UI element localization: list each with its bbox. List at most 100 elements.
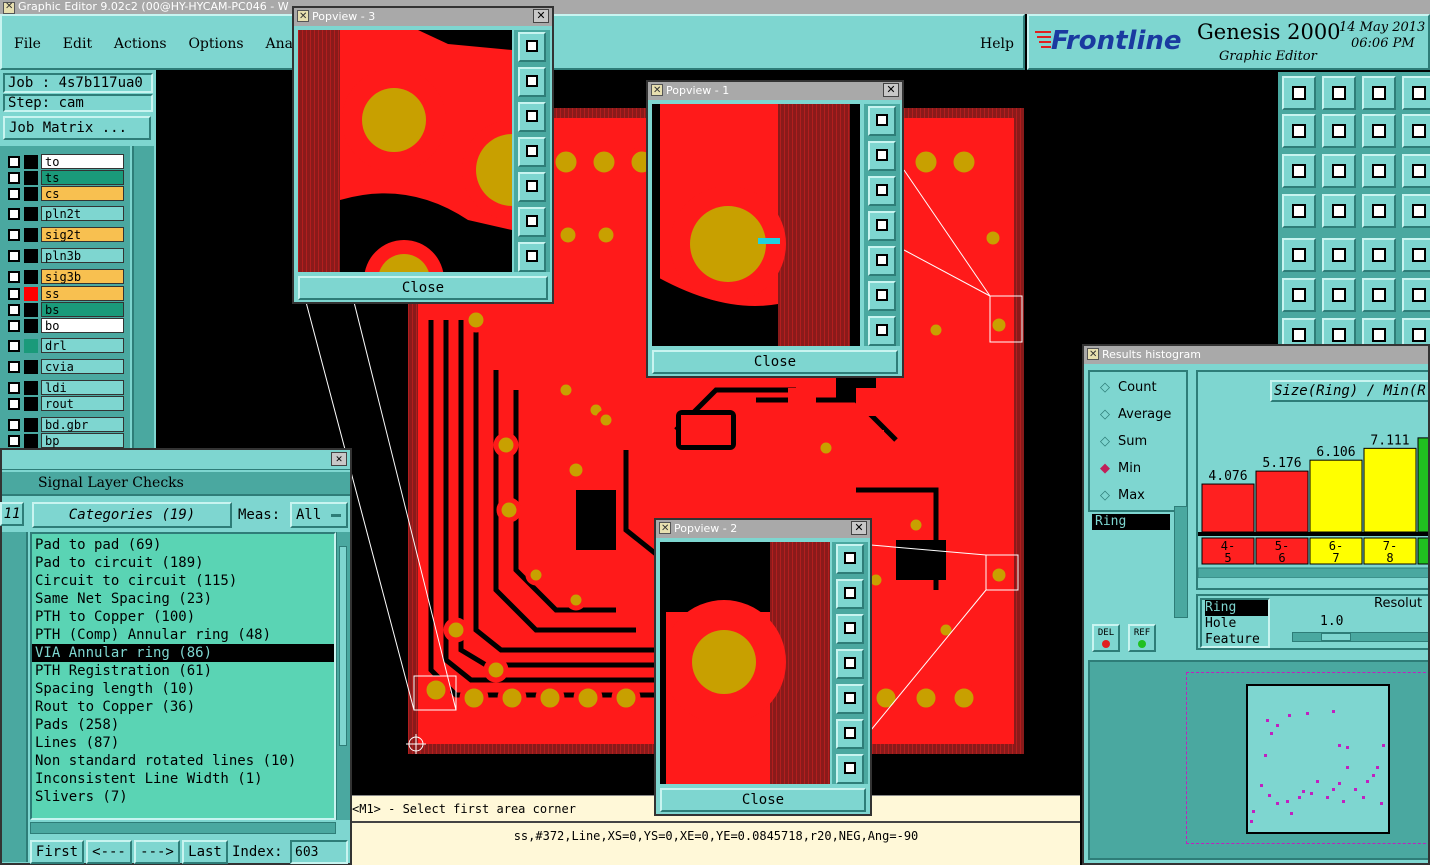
categories-scrollbar[interactable] (336, 532, 350, 820)
popview-3-tool-icon[interactable] (518, 172, 546, 202)
layer-row[interactable]: sig3b (4, 269, 126, 285)
categories-scroll-thumb[interactable] (339, 546, 347, 746)
tool-icon[interactable] (1282, 278, 1316, 312)
layer-name[interactable]: sig2t (41, 227, 124, 242)
category-item[interactable]: Rout to Copper (36) (32, 698, 334, 716)
popview-2-tool-icon[interactable] (836, 754, 864, 784)
popview-3-tool-icon[interactable] (518, 137, 546, 167)
tool-icon[interactable] (1362, 76, 1396, 110)
category-item[interactable]: Pads (258) (32, 716, 334, 734)
category-item[interactable]: Slivers (7) (32, 788, 334, 806)
checks-left-tab[interactable]: 11 (0, 502, 24, 526)
popview-1-canvas[interactable] (652, 104, 860, 346)
popview-3-close-icon[interactable]: ✕ (533, 9, 549, 23)
tool-icon[interactable] (1282, 154, 1316, 188)
layer-row[interactable]: bo (4, 318, 126, 334)
popview-2-canvas[interactable] (660, 542, 830, 784)
tool-icon[interactable] (1322, 154, 1356, 188)
tool-icon[interactable] (1322, 114, 1356, 148)
popview-2-tool-icon[interactable] (836, 579, 864, 609)
del-button[interactable]: DEL (1092, 624, 1120, 652)
category-item[interactable]: PTH Registration (61) (32, 662, 334, 680)
tool-icon[interactable] (1322, 278, 1356, 312)
tool-icon[interactable] (1282, 238, 1316, 272)
popview-2-tool-icon[interactable] (836, 544, 864, 574)
layer-row[interactable]: ts (4, 170, 126, 186)
feature-item[interactable]: Feature (1205, 632, 1268, 648)
layer-row[interactable]: drl (4, 338, 126, 354)
layer-checkbox[interactable] (8, 382, 20, 394)
category-item[interactable]: Inconsistent Line Width (1) (32, 770, 334, 788)
tool-icon[interactable] (1362, 114, 1396, 148)
layer-row[interactable]: pln3b (4, 248, 126, 264)
layer-checkbox[interactable] (8, 271, 20, 283)
category-item[interactable]: Non standard rotated lines (10) (32, 752, 334, 770)
layer-checkbox[interactable] (8, 304, 20, 316)
popview-1-tool-icon[interactable] (868, 176, 896, 206)
layer-checkbox[interactable] (8, 288, 20, 300)
layer-row[interactable]: cs (4, 186, 126, 202)
layer-row[interactable]: rout (4, 396, 126, 412)
popview-2-tool-icon[interactable] (836, 719, 864, 749)
prev-button[interactable]: <--- (86, 840, 132, 864)
layer-checkbox[interactable] (8, 188, 20, 200)
category-item[interactable]: Same Net Spacing (23) (32, 590, 334, 608)
layer-name[interactable]: ldi (41, 380, 124, 395)
index-input[interactable] (290, 840, 348, 864)
tool-icon[interactable] (1282, 76, 1316, 110)
layer-row[interactable]: pln2t (4, 206, 126, 222)
layer-checkbox[interactable] (8, 419, 20, 431)
layer-checkbox[interactable] (8, 361, 20, 373)
popview-2-close-icon[interactable]: ✕ (851, 521, 867, 535)
checks-left-strip[interactable] (2, 532, 28, 862)
tool-icon[interactable] (1322, 76, 1356, 110)
category-item[interactable]: Pad to pad (69) (32, 536, 334, 554)
feature-item[interactable]: Hole (1205, 616, 1268, 632)
popview-2-tool-icon[interactable] (836, 614, 864, 644)
categories-hscrollbar[interactable] (30, 822, 336, 834)
feature-item[interactable]: Ring (1205, 600, 1268, 616)
category-item[interactable]: VIA Annular ring (86) (32, 644, 334, 662)
ref-button[interactable]: REF (1128, 624, 1156, 652)
tool-icon[interactable] (1282, 114, 1316, 148)
layer-row[interactable]: sig2t (4, 227, 126, 243)
popview-1-close-button[interactable]: Close (652, 350, 898, 374)
histogram-bar[interactable] (1363, 447, 1417, 533)
menu-file[interactable]: File (14, 36, 41, 52)
popview-1-tool-icon[interactable] (868, 211, 896, 241)
tool-icon[interactable] (1402, 278, 1430, 312)
layer-checkbox[interactable] (8, 340, 20, 352)
filter-value[interactable]: Ring (1092, 514, 1170, 530)
menu-actions[interactable]: Actions (114, 36, 167, 52)
layer-checkbox[interactable] (8, 398, 20, 410)
tool-icon[interactable] (1402, 154, 1430, 188)
next-button[interactable]: ---> (134, 840, 180, 864)
popview-1-system-icon[interactable] (651, 82, 663, 100)
last-button[interactable]: Last (182, 840, 228, 864)
popview-3-canvas[interactable] (298, 30, 512, 272)
popview-3-tool-icon[interactable] (518, 207, 546, 237)
popview-1-tool-icon[interactable] (868, 246, 896, 276)
layer-name[interactable]: ss (41, 286, 124, 301)
layer-row[interactable]: ss (4, 286, 126, 302)
tool-icon[interactable] (1282, 194, 1316, 228)
layer-row[interactable]: ldi (4, 380, 126, 396)
tool-icon[interactable] (1402, 114, 1430, 148)
app-system-icon[interactable] (3, 0, 15, 14)
category-item[interactable]: PTH (Comp) Annular ring (48) (32, 626, 334, 644)
menu-help[interactable]: Help (980, 36, 1014, 52)
mode-radio-average[interactable]: Average (1100, 407, 1171, 422)
histogram-bar[interactable] (1417, 437, 1430, 533)
popview-2-system-icon[interactable] (659, 520, 671, 538)
popview-3-tool-icon[interactable] (518, 242, 546, 272)
popview-1-tool-icon[interactable] (868, 141, 896, 171)
popview-3-tool-icon[interactable] (518, 102, 546, 132)
menu-edit[interactable]: Edit (63, 36, 92, 52)
category-item[interactable]: PTH to Copper (100) (32, 608, 334, 626)
tool-icon[interactable] (1322, 194, 1356, 228)
histogram-hscrollbar[interactable] (1198, 567, 1430, 578)
layer-checkbox[interactable] (8, 156, 20, 168)
layer-name[interactable]: cvia (41, 359, 124, 374)
layer-name[interactable]: ts (41, 170, 124, 185)
layer-row[interactable]: cvia (4, 359, 126, 375)
